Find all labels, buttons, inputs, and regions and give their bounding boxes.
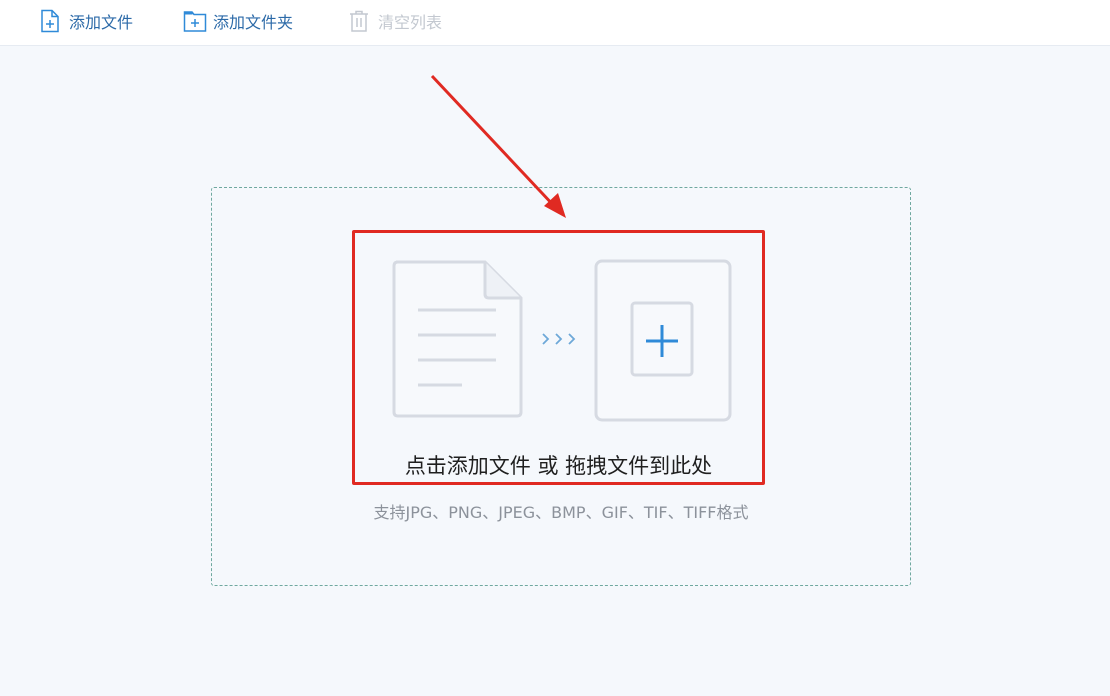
trash-icon xyxy=(348,9,370,33)
toolbar: 添加文件 添加文件夹 清空列表 xyxy=(0,0,1110,46)
clear-list-button[interactable]: 清空列表 xyxy=(348,8,442,34)
add-file-button[interactable]: 添加文件 xyxy=(39,8,133,34)
supported-formats-text: 支持JPG、PNG、JPEG、BMP、GIF、TIF、TIFF格式 xyxy=(373,503,749,522)
add-folder-button[interactable]: 添加文件夹 xyxy=(183,8,293,34)
folder-plus-icon xyxy=(183,9,207,33)
file-plus-icon xyxy=(39,9,61,33)
annotation-arrow-icon xyxy=(420,66,580,226)
add-folder-label: 添加文件夹 xyxy=(213,13,294,32)
clear-list-label: 清空列表 xyxy=(378,13,443,32)
annotation-highlight-box xyxy=(352,230,765,485)
add-file-label: 添加文件 xyxy=(69,13,134,32)
